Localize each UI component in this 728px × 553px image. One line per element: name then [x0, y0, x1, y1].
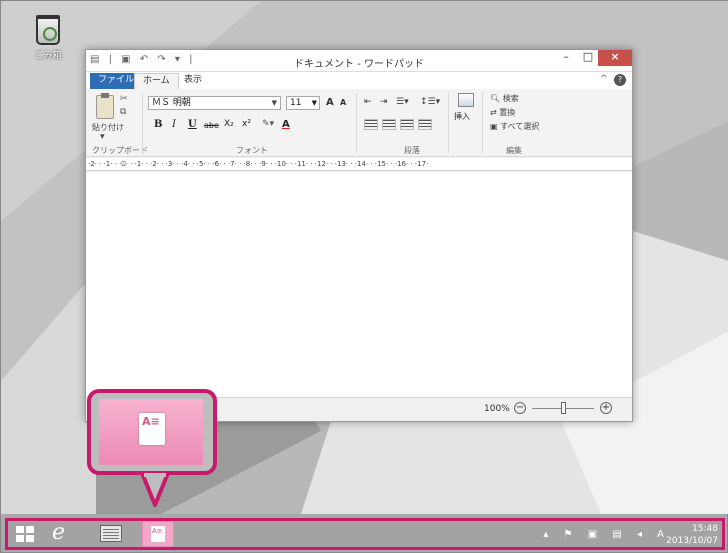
replace-label: 置換 — [499, 108, 516, 117]
strikethrough-button[interactable]: abe — [204, 121, 219, 130]
window-title: ドキュメント - ワードパッド — [294, 59, 424, 70]
justify-icon[interactable] — [418, 119, 432, 130]
align-right-icon[interactable] — [400, 119, 414, 130]
find-icon: 🔍︎ — [490, 94, 501, 103]
paste-icon[interactable] — [96, 93, 114, 119]
zoom-out-button[interactable]: − — [514, 402, 526, 414]
insert-picture-icon[interactable] — [458, 93, 474, 107]
tab-view[interactable]: 表示 — [176, 73, 210, 89]
font-size-select[interactable]: 11 ▼ — [286, 96, 320, 110]
wordpad-window: ▤ | ▣ ↶ ↷ ▾ | ドキュメント - ワードパッド – □ × ファイル… — [85, 49, 633, 422]
minimize-button[interactable]: – — [556, 50, 576, 66]
superscript-button[interactable]: x² — [242, 119, 251, 129]
wordpad-icon: A≡ — [151, 526, 165, 542]
underline-button[interactable]: U — [188, 119, 197, 130]
group-divider — [142, 93, 143, 153]
decrease-indent-button[interactable]: ⇤ — [364, 97, 372, 107]
document-area[interactable] — [86, 172, 632, 398]
find-label: 検索 — [502, 94, 519, 103]
clock-time: 15:48 — [692, 524, 718, 534]
italic-button[interactable]: I — [172, 119, 176, 130]
find-button[interactable]: 🔍︎ 検索 — [490, 93, 519, 104]
font-size-value: 11 — [290, 98, 302, 108]
replace-button[interactable]: ⇄ 置換 — [490, 107, 515, 118]
wordpad-preview-tile: A≡ — [99, 399, 203, 465]
chevron-down-icon: ▼ — [271, 99, 277, 107]
align-left-icon[interactable] — [364, 119, 378, 130]
clipboard-group-label: クリップボード — [92, 146, 148, 155]
file-explorer-icon[interactable] — [100, 525, 122, 542]
select-all-label: すべて選択 — [500, 122, 540, 131]
callout-highlight: A≡ — [87, 389, 217, 475]
group-divider — [356, 93, 357, 153]
copy-icon[interactable]: ⧉ — [120, 107, 126, 117]
recycle-bin-label: ごみ箱 — [34, 51, 62, 61]
help-icon[interactable]: ? — [614, 74, 626, 86]
select-all-button[interactable]: ▣ すべて選択 — [490, 121, 539, 132]
wordpad-icon: A≡ — [139, 413, 165, 445]
ribbon-tabs: ファイル ホーム 表示 ^ ? — [86, 72, 632, 89]
paste-button-label[interactable]: 貼り付け — [92, 122, 124, 133]
editing-group-label: 編集 — [506, 146, 522, 155]
highlight-color-button[interactable]: ✎▾ — [262, 119, 274, 129]
align-center-icon[interactable] — [382, 119, 396, 130]
ribbon: 貼り付け ▾ ✂ ⧉ クリップボード ＭＳ 明朝 ▼ 11 ▼ A A B I … — [86, 89, 632, 157]
font-family-select[interactable]: ＭＳ 明朝 ▼ — [148, 96, 281, 110]
close-button[interactable]: × — [598, 50, 632, 66]
cut-icon[interactable]: ✂ — [120, 94, 128, 104]
bullets-button[interactable]: ☰▾ — [396, 97, 409, 107]
bold-button[interactable]: B — [154, 119, 162, 130]
recycle-bin-icon — [36, 15, 60, 45]
callout-pointer — [140, 473, 170, 507]
recycle-bin[interactable]: ごみ箱 — [23, 15, 73, 61]
wordpad-taskbar-button[interactable]: A≡ — [142, 521, 174, 547]
chevron-down-icon: ▼ — [311, 99, 317, 107]
clock[interactable]: 15:48 2013/10/07 — [666, 523, 718, 547]
group-divider — [482, 93, 483, 153]
clock-date: 2013/10/07 — [666, 536, 718, 546]
grow-font-button[interactable]: A — [326, 97, 334, 108]
shrink-font-button[interactable]: A — [340, 98, 346, 107]
paragraph-group-label: 段落 — [404, 146, 420, 155]
zoom-slider-thumb[interactable] — [561, 402, 566, 414]
maximize-button[interactable]: □ — [578, 50, 598, 66]
line-spacing-button[interactable]: ↕☰▾ — [420, 97, 440, 107]
font-family-value: ＭＳ 明朝 — [152, 98, 191, 108]
system-tray-icons[interactable]: ▴ ⚑ ▣ ▤ ◂ A — [543, 529, 670, 540]
tab-home[interactable]: ホーム — [134, 73, 179, 89]
font-group-label: フォント — [236, 146, 268, 155]
insert-button-label[interactable]: 挿入 — [454, 111, 470, 122]
taskbar: e A≡ ▴ ⚑ ▣ ▤ ◂ A 15:48 2013/10/07 — [5, 518, 725, 550]
paste-dropdown-icon[interactable]: ▾ — [100, 132, 105, 142]
select-all-icon: ▣ — [490, 122, 498, 131]
start-button-icon[interactable] — [16, 526, 34, 542]
internet-explorer-icon[interactable]: e — [52, 521, 65, 545]
collapse-ribbon-icon[interactable]: ^ — [600, 74, 608, 84]
subscript-button[interactable]: X₂ — [224, 119, 234, 129]
font-color-button[interactable]: A — [282, 119, 290, 130]
ruler[interactable]: ·2· · ·1· · ·⍓· · ·1· · ·2· · ·3· · ·4· … — [86, 158, 632, 171]
group-divider — [448, 93, 449, 153]
zoom-level: 100% — [484, 404, 510, 414]
replace-icon: ⇄ — [490, 108, 497, 117]
zoom-in-button[interactable]: + — [600, 402, 612, 414]
increase-indent-button[interactable]: ⇥ — [380, 97, 388, 107]
title-bar[interactable]: ▤ | ▣ ↶ ↷ ▾ | ドキュメント - ワードパッド – □ × — [86, 50, 632, 72]
